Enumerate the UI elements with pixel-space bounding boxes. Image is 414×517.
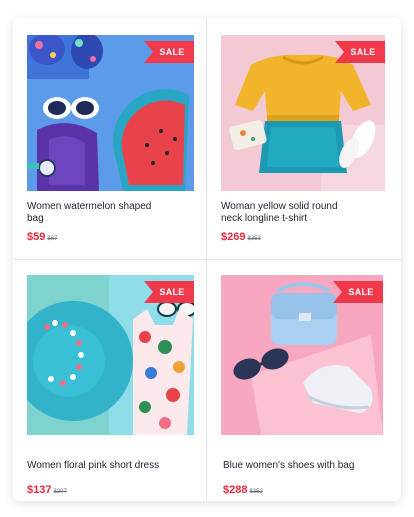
product-price: $137 $207	[27, 484, 67, 496]
original-price: $353	[247, 236, 261, 242]
product-title[interactable]: Women watermelon shaped bag	[27, 201, 157, 225]
current-price: $269	[221, 231, 246, 243]
current-price: $137	[27, 484, 52, 496]
product-grid-card: SALE Women watermelon shaped bag $59 $67	[13, 18, 401, 501]
product-image-3[interactable]: SALE	[27, 275, 194, 435]
product-title[interactable]: Women floral pink short dress	[27, 460, 197, 472]
product-price: $269 $353	[221, 231, 261, 243]
product-image-4[interactable]: SALE	[221, 275, 383, 435]
product-title[interactable]: Woman yellow solid round neck longline t…	[221, 201, 351, 225]
product-image-2[interactable]: SALE	[221, 35, 385, 191]
product-card-2[interactable]: SALE Woman yellow solid round neck longl…	[207, 18, 401, 259]
product-image-1[interactable]: SALE	[27, 35, 194, 191]
original-price: $352	[249, 489, 263, 495]
current-price: $288	[223, 484, 248, 496]
product-price: $288 $352	[223, 484, 263, 496]
current-price: $59	[27, 231, 46, 243]
product-card-4[interactable]: SALE Blue women's shoes with bag $288 $3…	[207, 260, 401, 501]
original-price: $207	[53, 489, 67, 495]
product-card-1[interactable]: SALE Women watermelon shaped bag $59 $67	[13, 18, 206, 259]
original-price: $67	[47, 236, 58, 242]
product-price: $59 $67	[27, 231, 57, 243]
product-title[interactable]: Blue women's shoes with bag	[223, 460, 393, 472]
product-card-3[interactable]: SALE Women floral pink short dress $137 …	[13, 260, 206, 501]
